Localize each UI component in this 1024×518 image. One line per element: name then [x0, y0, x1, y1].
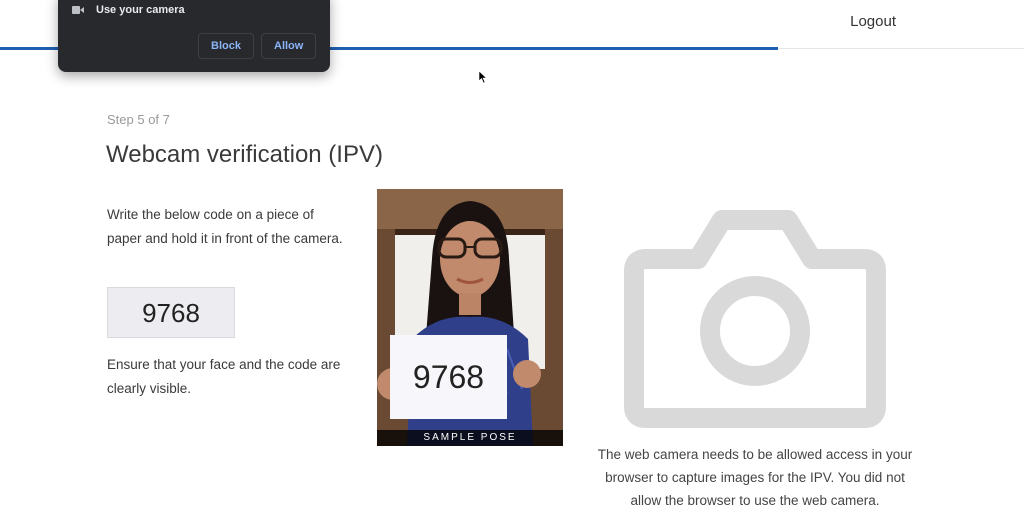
- page-title: Webcam verification (IPV): [106, 141, 383, 168]
- verification-code: 9768: [107, 287, 235, 338]
- video-camera-icon: [72, 5, 84, 15]
- camera-permission-popup: Use your camera Block Allow: [58, 0, 330, 72]
- sample-pose-image: 9768 SAMPLE POSE: [377, 189, 563, 446]
- sample-pose-caption: SAMPLE POSE: [377, 430, 563, 446]
- permission-message: Use your camera: [96, 4, 185, 16]
- mouse-cursor-icon: [478, 70, 488, 84]
- allow-button[interactable]: Allow: [261, 33, 317, 59]
- logout-link[interactable]: Logout: [850, 13, 896, 30]
- camera-icon: [624, 210, 886, 428]
- sample-code-card: 9768: [412, 359, 485, 395]
- visibility-instruction: Ensure that your face and the code are c…: [107, 357, 341, 396]
- step-indicator: Step 5 of 7: [107, 112, 170, 127]
- code-instruction: Write the below code on a piece of paper…: [107, 207, 343, 246]
- block-button[interactable]: Block: [198, 33, 254, 59]
- permission-row: Use your camera: [72, 4, 185, 16]
- camera-access-message: The web camera needs to be allowed acces…: [597, 447, 913, 508]
